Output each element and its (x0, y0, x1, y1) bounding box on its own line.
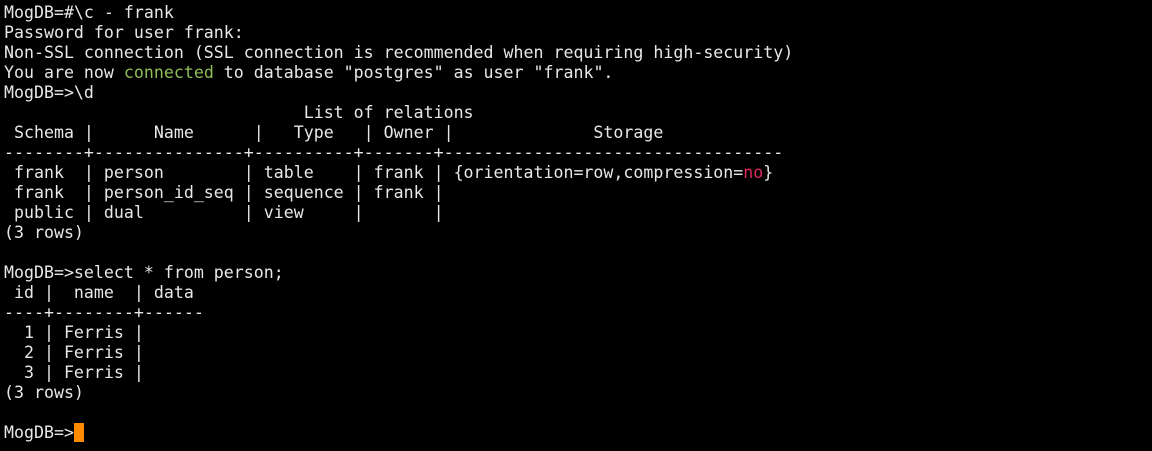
highlighted-text-green: connected (123, 63, 214, 82)
terminal-text: public | dual | view | | (4, 203, 444, 222)
terminal-cursor[interactable] (73, 423, 84, 442)
terminal-line: id | name | data (4, 283, 793, 303)
terminal-line: frank | person_id_seq | sequence | frank… (4, 183, 793, 203)
terminal-text: frank | person_id_seq | sequence | frank… (4, 183, 444, 202)
terminal-output[interactable]: MogDB=#\c - frank Password for user frank… (4, 3, 793, 443)
terminal-line: MogDB=>select * from person; (4, 263, 793, 283)
terminal-line: You are now connected to database "postg… (4, 63, 793, 83)
terminal-text: MogDB=>select * from person; (4, 263, 284, 282)
terminal-line: (3 rows) (4, 383, 793, 403)
terminal-text: frank | person | table | frank | {orient… (4, 163, 744, 182)
terminal-line: MogDB=>\d (4, 83, 793, 103)
terminal-text: MogDB=> (4, 423, 74, 442)
terminal-text: MogDB=>\d (4, 83, 94, 102)
terminal-line: Schema | Name | Type | Owner | Storage (4, 123, 793, 143)
terminal-line: MogDB=> (4, 423, 793, 443)
highlighted-text-red: no (743, 163, 764, 182)
terminal-line: --------+---------------+----------+----… (4, 143, 793, 163)
terminal-text: --------+---------------+----------+----… (4, 143, 784, 162)
terminal-text: MogDB=#\c - frank (4, 3, 174, 22)
terminal-line: MogDB=#\c - frank (4, 3, 793, 23)
terminal-line: 1 | Ferris | (4, 323, 793, 343)
terminal-line: Password for user frank: (4, 23, 793, 43)
terminal-text: 3 | Ferris | (4, 363, 144, 382)
terminal-text: (3 rows) (4, 223, 84, 242)
terminal-text: (3 rows) (4, 383, 84, 402)
terminal-line: Non-SSL connection (SSL connection is re… (4, 43, 793, 63)
terminal-text: id | name | data (4, 283, 194, 302)
terminal-line: frank | person | table | frank | {orient… (4, 163, 793, 183)
terminal-text: 2 | Ferris | (4, 343, 144, 362)
terminal-text: Non-SSL connection (SSL connection is re… (4, 43, 794, 62)
terminal-text: to database "postgres" as user "frank". (213, 63, 614, 82)
terminal-text: ----+--------+------ (4, 303, 204, 322)
terminal-text: You are now (4, 63, 124, 82)
terminal-line: (3 rows) (4, 223, 793, 243)
terminal-text: Password for user frank: (4, 23, 244, 42)
terminal-text: Schema | Name | Type | Owner | Storage (4, 123, 664, 142)
terminal-line: List of relations (4, 103, 793, 123)
terminal-line: 3 | Ferris | (4, 363, 793, 383)
terminal-text: List of relations (4, 103, 474, 122)
terminal-line: ----+--------+------ (4, 303, 793, 323)
terminal-text: } (763, 163, 774, 182)
terminal-line: 2 | Ferris | (4, 343, 793, 363)
terminal-line: public | dual | view | | (4, 203, 793, 223)
terminal-text: 1 | Ferris | (4, 323, 144, 342)
